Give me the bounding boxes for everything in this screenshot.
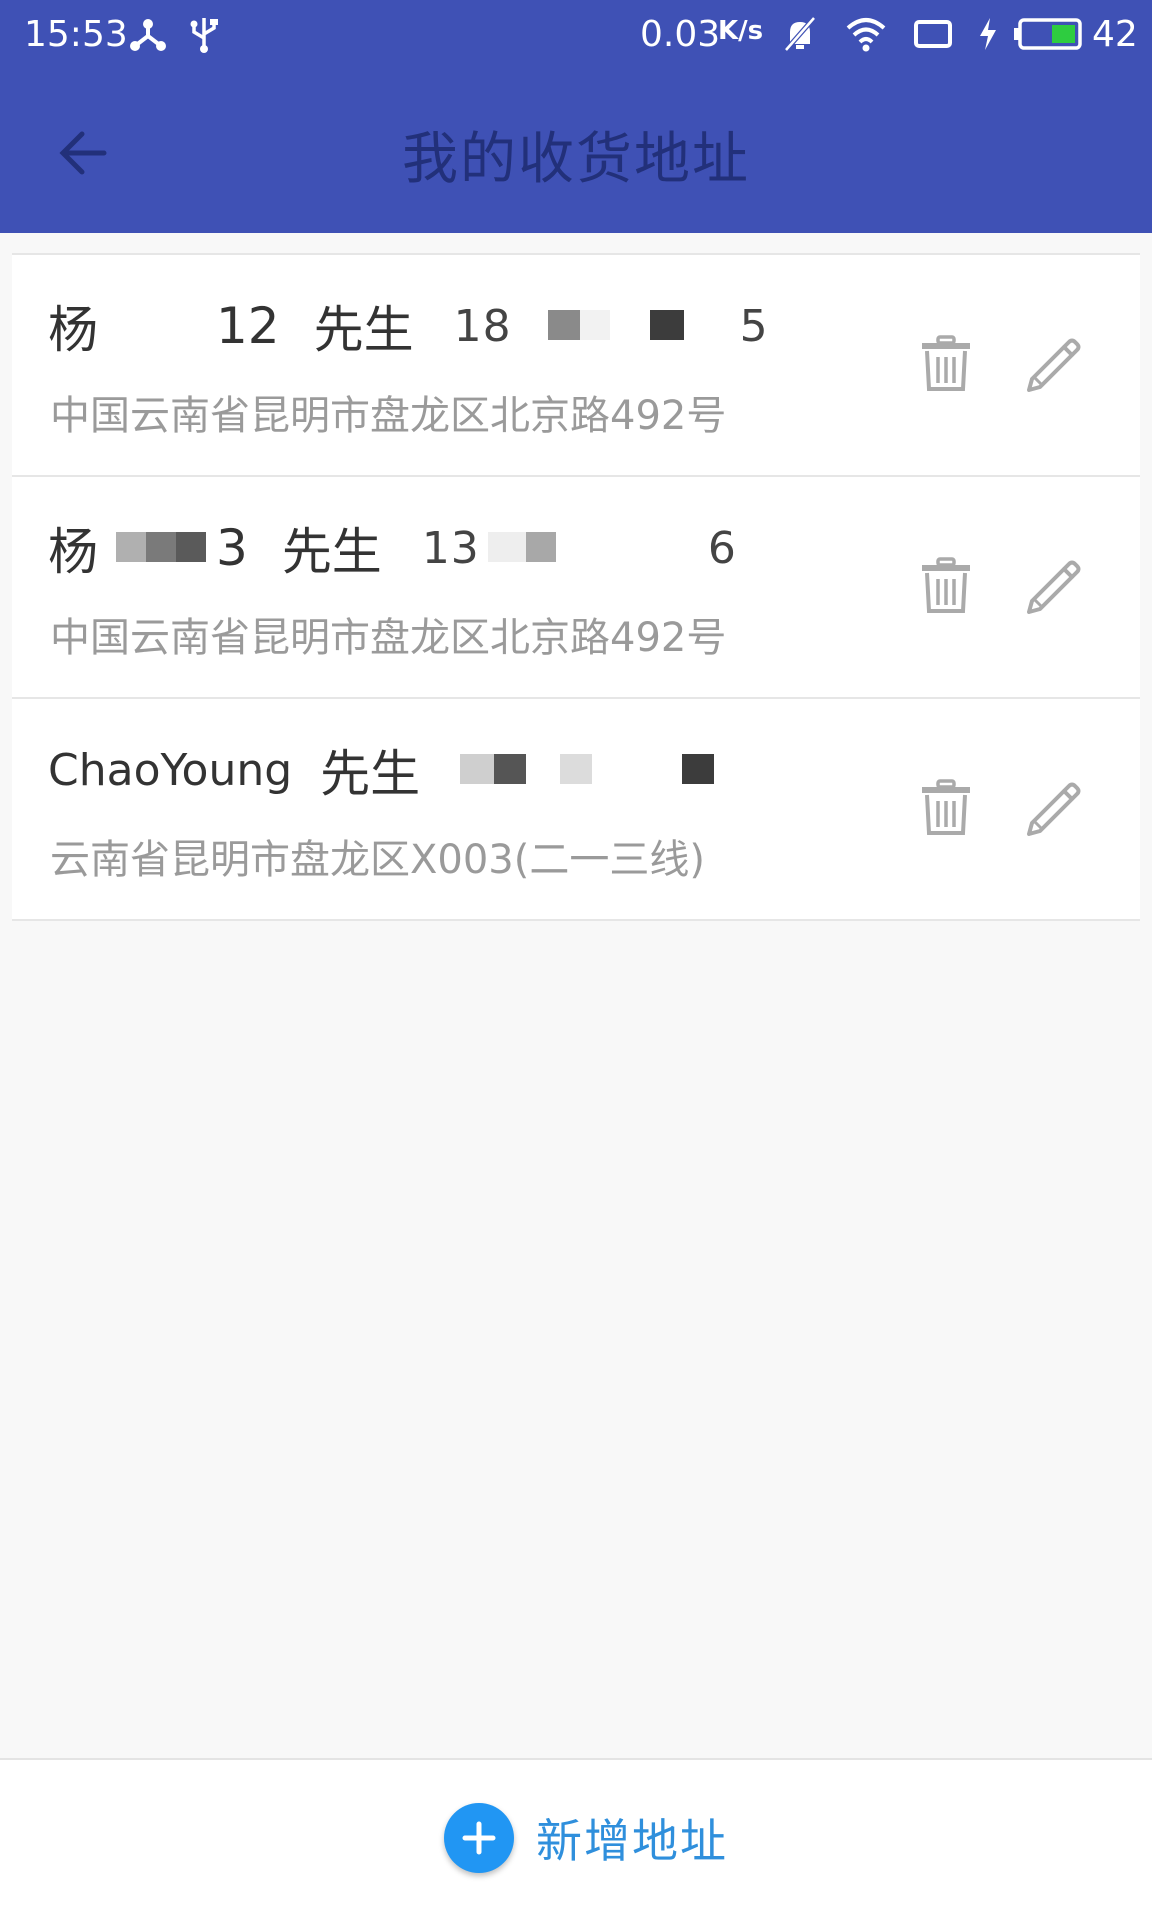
- contact-phone-suffix: 6: [707, 522, 737, 574]
- delete-button[interactable]: [918, 555, 974, 615]
- address-card[interactable]: 杨 12 先生 18 5 中国云南省昆明市盘龙区北京路492号: [12, 253, 1140, 477]
- contact-phone: 13: [421, 522, 480, 574]
- battery-icon: [1012, 12, 1084, 56]
- redacted-phone: [460, 742, 750, 798]
- pencil-icon: [1027, 782, 1081, 836]
- contact-phone-suffix: 5: [739, 300, 769, 352]
- page-title: 我的收货地址: [402, 127, 750, 192]
- address-card[interactable]: ChaoYoung 先生 云南省昆明市盘龙区X003(二一三线): [12, 699, 1140, 921]
- net-speed-unit: K/s: [718, 16, 764, 46]
- redacted-name: [102, 298, 212, 354]
- contact-name: 杨: [48, 523, 98, 581]
- app-bar: 我的收货地址: [0, 72, 1152, 233]
- screen-icon: [912, 12, 954, 56]
- delete-button[interactable]: [918, 777, 974, 837]
- edit-button[interactable]: [1024, 777, 1082, 837]
- trash-icon: [922, 779, 970, 835]
- share-icon: [128, 12, 168, 56]
- edit-button[interactable]: [1024, 555, 1082, 615]
- contact-title: 先生: [320, 745, 421, 803]
- add-address-label: 新增地址: [536, 1814, 728, 1868]
- bell-off-icon: [780, 12, 820, 56]
- contact-row: 杨 12 先生 18 5: [48, 291, 769, 361]
- contact-row: 杨 3 先生 13 6: [48, 513, 737, 583]
- redacted-phone: [520, 298, 740, 354]
- edit-button[interactable]: [1024, 333, 1082, 393]
- charging-icon: [976, 12, 1000, 56]
- trash-icon: [922, 335, 970, 391]
- delete-button[interactable]: [918, 333, 974, 393]
- contact-phone: 18: [453, 300, 512, 352]
- contact-name: 杨: [48, 301, 98, 359]
- address-text: 中国云南省昆明市盘龙区北京路492号: [50, 393, 727, 439]
- contact-name-suffix: 3: [216, 519, 248, 577]
- contact-name: ChaoYoung: [48, 744, 293, 796]
- contact-title: 先生: [281, 523, 382, 581]
- contact-name-suffix: 12: [216, 297, 280, 355]
- contact-row: ChaoYoung 先生: [48, 735, 750, 805]
- bottom-bar: 新增地址: [0, 1758, 1152, 1922]
- redacted-name: [102, 520, 212, 576]
- redacted-phone: [487, 520, 708, 576]
- address-card[interactable]: 杨 3 先生 13 6 中国云南省昆明市盘龙区北京路492号: [12, 477, 1140, 699]
- address-text: 云南省昆明市盘龙区X003(二一三线): [50, 837, 705, 883]
- net-speed: 0.03: [640, 14, 721, 55]
- battery-level: 42: [1092, 14, 1138, 55]
- usb-icon: [188, 12, 220, 56]
- pencil-icon: [1027, 560, 1081, 614]
- wifi-icon: [844, 12, 888, 56]
- status-time: 15:53: [24, 14, 128, 55]
- plus-circle-icon: [444, 1803, 514, 1873]
- contact-title: 先生: [313, 301, 414, 359]
- address-text: 中国云南省昆明市盘龙区北京路492号: [50, 615, 727, 661]
- address-list: 杨 12 先生 18 5 中国云南省昆明市盘龙区北京路492号 杨 3 先生 1…: [12, 253, 1140, 921]
- status-bar: 15:53 0.03 K/s 42: [0, 0, 1152, 72]
- add-address-button[interactable]: 新增地址: [444, 1798, 728, 1878]
- pencil-icon: [1027, 338, 1081, 392]
- trash-icon: [922, 557, 970, 613]
